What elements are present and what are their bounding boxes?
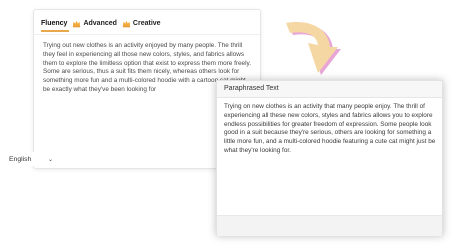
mode-tabs: Fluency Advanced Creative <box>41 16 166 30</box>
output-footer <box>217 215 442 236</box>
tab-advanced-label: Advanced <box>83 19 117 27</box>
output-header: Paraphrased Text <box>217 81 442 98</box>
curved-arrow-icon <box>278 13 348 85</box>
crown-icon <box>73 20 81 27</box>
tab-fluency-label: Fluency <box>41 19 68 27</box>
language-select-value: English <box>9 155 32 163</box>
tab-advanced[interactable]: Advanced <box>72 19 117 28</box>
divider <box>34 34 260 35</box>
crown-icon <box>122 20 131 27</box>
tab-creative-label: Creative <box>132 19 161 27</box>
tab-fluency[interactable]: Fluency <box>41 20 67 27</box>
active-tab-indicator <box>41 30 69 32</box>
output-panel: Paraphrased Text Trying on new clothes i… <box>216 80 443 236</box>
language-select[interactable]: English ⌄ <box>3 152 57 166</box>
output-title: Paraphrased Text <box>224 85 279 92</box>
chevron-down-icon: ⌄ <box>47 156 53 163</box>
tab-creative[interactable]: Creative <box>122 19 161 28</box>
output-text[interactable]: Trying on new clothes is an activity tha… <box>224 103 437 156</box>
